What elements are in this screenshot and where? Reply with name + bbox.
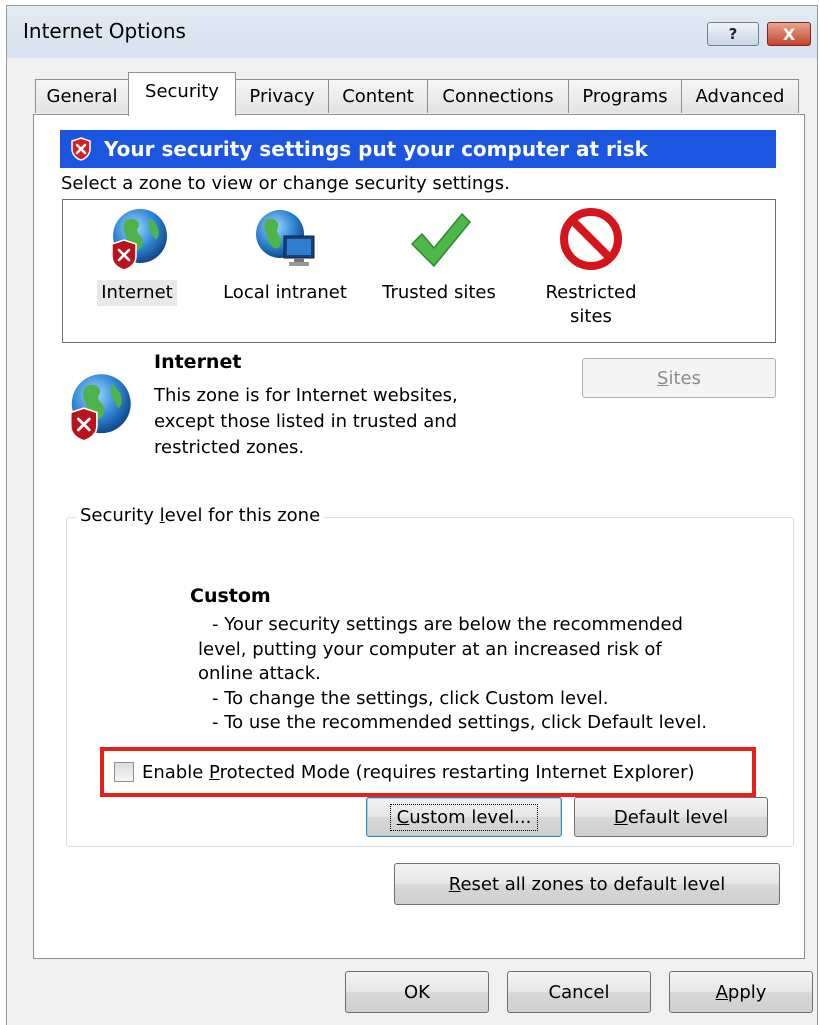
- tab-privacy[interactable]: Privacy: [235, 79, 329, 113]
- sites-button-label: Sites: [657, 367, 701, 389]
- globe-monitor-icon: [256, 210, 315, 266]
- internet-options-dialog: Internet Options ? X General Security Pr…: [6, 5, 818, 1025]
- security-level-description: - Your security settings are below the r…: [198, 613, 772, 736]
- apply-button[interactable]: Apply: [669, 971, 813, 1013]
- reset-all-zones-label: Reset all zones to default level: [448, 873, 726, 895]
- sites-button[interactable]: Sites: [582, 358, 776, 398]
- selected-zone-title: Internet: [154, 351, 242, 373]
- protected-mode-checkbox[interactable]: [114, 762, 134, 782]
- title-bar: Internet Options ? X: [7, 6, 817, 58]
- level-line: - Your security settings are below the r…: [212, 614, 683, 635]
- selected-zone-description: This zone is for Internet websites, exce…: [154, 383, 514, 461]
- help-icon: ?: [728, 25, 738, 43]
- zone-label: Local intranet: [223, 282, 347, 303]
- zone-restricted-sites[interactable]: Restricted sites: [521, 206, 661, 330]
- zone-trusted-sites[interactable]: Trusted sites: [369, 206, 509, 306]
- custom-level-button[interactable]: Custom level...: [366, 797, 562, 837]
- apply-label: Apply: [715, 981, 767, 1003]
- level-line: - To use the recommended settings, click…: [212, 712, 708, 733]
- close-icon: X: [782, 24, 796, 44]
- zone-prompt: Select a zone to view or change security…: [61, 173, 510, 194]
- security-tab-panel: Your security settings put your computer…: [33, 114, 805, 959]
- warning-text: Your security settings put your computer…: [104, 137, 648, 161]
- zone-local-intranet[interactable]: Local intranet: [215, 206, 355, 306]
- level-line: online attack.: [198, 663, 321, 684]
- globe-shield-icon: [111, 209, 167, 271]
- window-title: Internet Options: [23, 19, 186, 43]
- zone-label: Trusted sites: [382, 282, 496, 303]
- security-level-legend: Security level for this zone: [76, 505, 325, 526]
- protected-mode-highlight: Enable Protected Mode (requires restarti…: [100, 747, 756, 797]
- zone-label: Internet: [97, 280, 177, 306]
- level-line: - To change the settings, click Custom l…: [212, 687, 609, 709]
- reset-all-zones-button[interactable]: Reset all zones to default level: [394, 863, 780, 905]
- custom-level-label: Custom level...: [389, 803, 539, 831]
- shield-x-icon: [71, 137, 91, 161]
- default-level-label: Default level: [613, 806, 729, 828]
- tab-advanced[interactable]: Advanced: [681, 79, 799, 113]
- level-line: level, putting your computer at an incre…: [198, 638, 662, 660]
- description-line: This zone is for Internet websites,: [154, 385, 458, 406]
- globe-shield-icon: [69, 374, 131, 442]
- protected-mode-label[interactable]: Enable Protected Mode (requires restarti…: [142, 762, 695, 783]
- security-warning-bar: Your security settings put your computer…: [60, 130, 776, 168]
- tab-content[interactable]: Content: [328, 79, 428, 113]
- help-button[interactable]: ?: [707, 22, 759, 46]
- default-level-button[interactable]: Default level: [574, 797, 768, 837]
- description-line: except those listed in trusted and: [154, 411, 458, 432]
- security-level-name: Custom: [190, 585, 271, 607]
- checkmark-icon: [410, 212, 472, 268]
- tab-security[interactable]: Security: [128, 72, 236, 116]
- cancel-button[interactable]: Cancel: [507, 971, 651, 1013]
- tab-programs[interactable]: Programs: [568, 79, 682, 113]
- tab-connections[interactable]: Connections: [427, 79, 569, 113]
- tab-general[interactable]: General: [35, 79, 129, 113]
- selected-zone-icon: [62, 371, 134, 447]
- zone-label: Restricted sites: [545, 282, 637, 327]
- description-line: restricted zones.: [154, 437, 305, 458]
- prohibited-icon: [560, 208, 622, 270]
- zone-list: Internet Local intranet Trusted sites Re…: [62, 199, 776, 343]
- ok-button[interactable]: OK: [345, 971, 489, 1013]
- close-button[interactable]: X: [767, 22, 811, 46]
- zone-internet[interactable]: Internet: [67, 206, 207, 306]
